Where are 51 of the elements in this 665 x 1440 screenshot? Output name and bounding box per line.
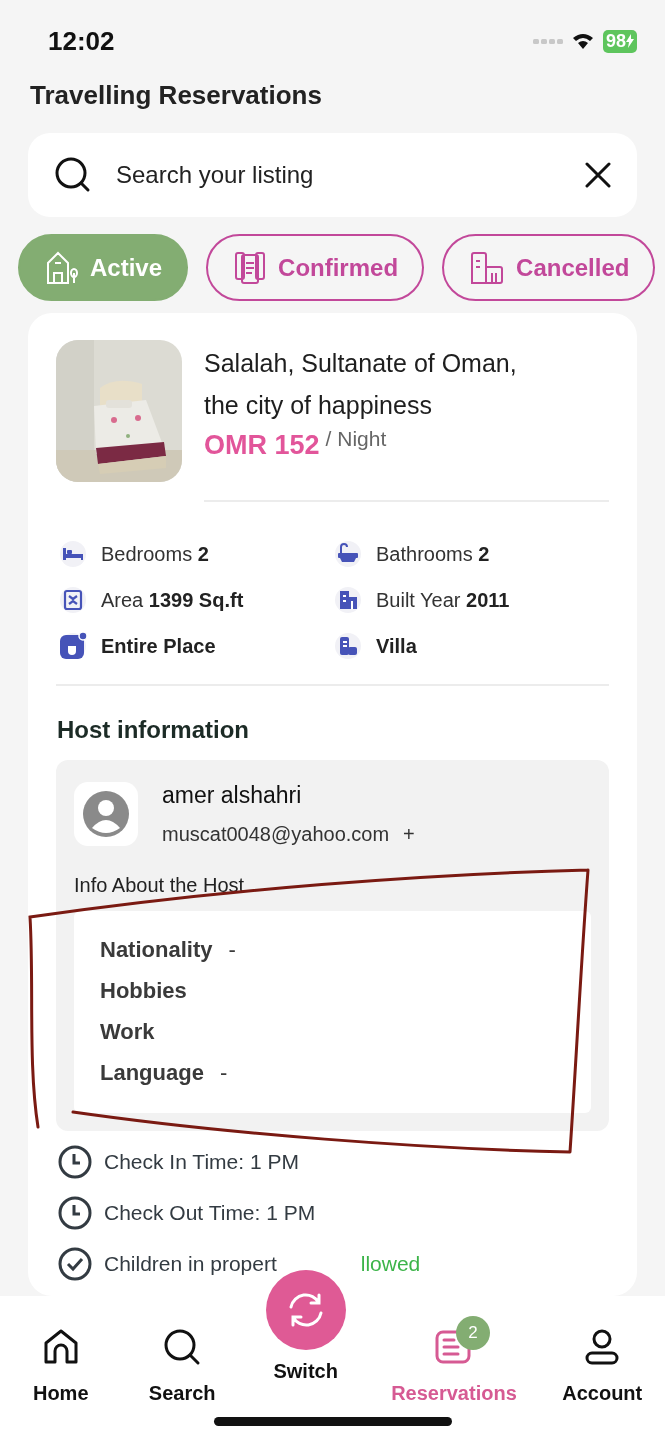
rule-text: Check In Time: 1 PM	[104, 1150, 299, 1174]
document-icon	[234, 250, 267, 285]
area-icon	[59, 586, 87, 614]
clock-icon	[58, 1145, 92, 1179]
info-value: -	[219, 1059, 228, 1087]
filter-tab[interactable]: Confirmed	[206, 234, 425, 301]
info-value: -	[228, 936, 236, 964]
page-title: Travelling Reservations	[30, 80, 323, 111]
feature-text: Bathrooms 2	[376, 542, 490, 566]
villa-icon	[334, 632, 362, 660]
bed-icon	[59, 540, 87, 568]
info-label: Nationality	[100, 936, 213, 964]
house-icon	[46, 250, 78, 285]
search-icon	[54, 156, 92, 194]
battery-indicator: 98	[602, 29, 637, 53]
nav-tab[interactable]: Account	[562, 1316, 643, 1405]
feature-text: Built Year 2011	[376, 588, 510, 612]
price: OMR 152	[204, 430, 320, 461]
feature-text: Bedrooms 2	[101, 542, 209, 566]
check-icon	[58, 1247, 92, 1281]
host-name: amer alshahri	[162, 782, 303, 809]
info-label: Hobbies	[100, 977, 187, 1005]
building-icon	[470, 250, 505, 285]
status-time: 12:02	[48, 25, 115, 57]
rule-text: Check Out Time: 1 PM	[104, 1201, 316, 1225]
signal-icon	[532, 37, 563, 45]
feature-text: Villa	[376, 634, 417, 658]
filter-tab[interactable]: Cancelled	[442, 234, 656, 301]
search-field[interactable]: Search your listing	[28, 133, 637, 217]
building-icon	[334, 586, 362, 614]
info-label: Work	[100, 1018, 155, 1046]
rule-status: llowed	[360, 1252, 421, 1276]
clock-icon	[58, 1196, 92, 1230]
price-unit: / Night	[325, 427, 387, 451]
bath-icon	[334, 540, 362, 568]
nav-tab[interactable]: Search	[144, 1316, 221, 1405]
listing-title: Salalah, Sultanate of Oman, the city of happiness	[204, 348, 518, 421]
host-email: muscat0048@yahoo.com	[162, 823, 390, 846]
feature-text: Entire Place	[101, 634, 216, 658]
nav-tab[interactable]: Home	[22, 1316, 99, 1405]
nav-tab[interactable]: 2 Reservations	[391, 1316, 517, 1405]
close-icon[interactable]	[585, 162, 611, 188]
place-icon	[59, 632, 87, 660]
search-input[interactable]: Search your listing	[114, 160, 563, 190]
feature-text: Area 1399 Sq.ft	[101, 588, 244, 612]
avatar	[74, 782, 138, 846]
plus-icon[interactable]: +	[403, 823, 415, 846]
count-badge: 2	[455, 1316, 490, 1350]
section-heading: Host information	[57, 716, 250, 744]
info-label: Language	[100, 1059, 204, 1087]
info-heading: Info About the Host	[74, 874, 246, 897]
